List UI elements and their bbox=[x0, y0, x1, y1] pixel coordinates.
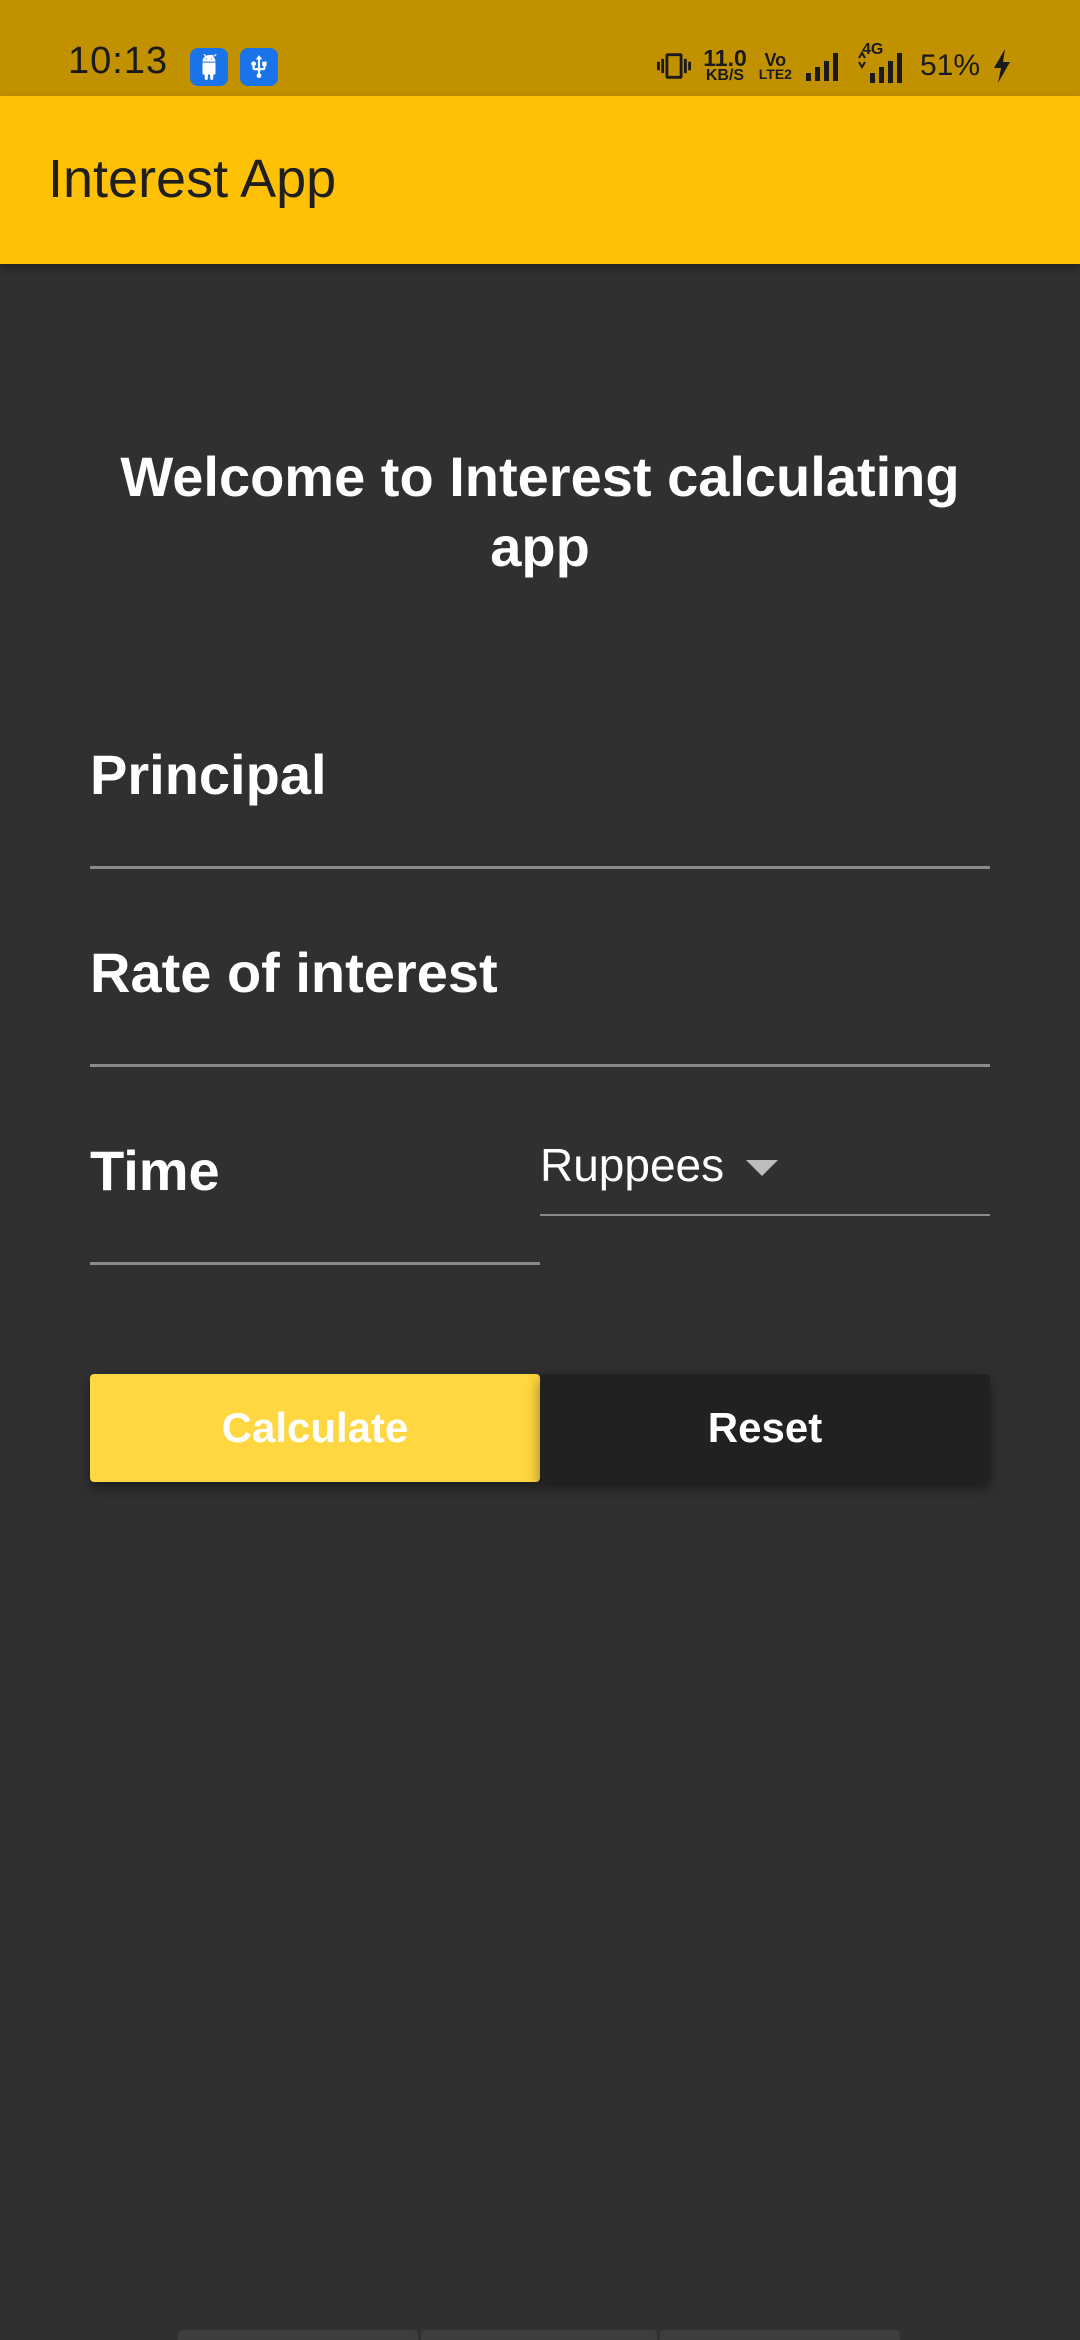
net-speed-value: 11.0 bbox=[703, 45, 747, 72]
status-bar: 10:13 11.0 KB/S Vo LTE2 4G 51% bbox=[0, 0, 1080, 96]
time-field[interactable]: Time bbox=[90, 1131, 540, 1267]
charging-icon bbox=[992, 49, 1012, 83]
principal-placeholder: Principal bbox=[90, 743, 327, 806]
battery-percent: 51% bbox=[919, 49, 980, 82]
currency-dropdown[interactable]: Ruppees bbox=[540, 1130, 990, 1216]
time-underline bbox=[90, 1262, 540, 1265]
net-speed-unit: KB/S bbox=[705, 67, 745, 85]
calculate-button[interactable]: Calculate bbox=[90, 1374, 540, 1482]
network-type: 4G bbox=[861, 41, 884, 58]
app-title: Interest App bbox=[48, 149, 337, 209]
reset-button[interactable]: Reset bbox=[540, 1374, 990, 1482]
currency-selected: Ruppees bbox=[540, 1139, 725, 1191]
android-icon bbox=[190, 48, 228, 86]
signal-icon bbox=[804, 51, 844, 81]
status-icons: 11.0 KB/S Vo LTE2 4G 51% bbox=[657, 41, 1012, 88]
dropdown-underline bbox=[540, 1214, 990, 1216]
nav-bar-segment-middle bbox=[421, 2330, 657, 2340]
app-bar: Interest App bbox=[0, 96, 1080, 264]
signal-4g-icon: 4G bbox=[856, 41, 908, 83]
time-placeholder: Time bbox=[90, 1139, 220, 1202]
rate-placeholder: Rate of interest bbox=[90, 941, 498, 1004]
net-speed: 11.0 KB/S bbox=[703, 45, 747, 85]
status-time: 10:13 bbox=[68, 40, 169, 82]
welcome-text: Welcome to Interest calculating app bbox=[120, 445, 960, 578]
usb-icon bbox=[240, 48, 278, 86]
dropdown-arrow-icon bbox=[746, 1160, 778, 1176]
principal-field[interactable]: Principal bbox=[90, 735, 990, 871]
nav-bar-segment-right bbox=[660, 2330, 900, 2340]
volte-indicator: Vo LTE2 bbox=[758, 51, 792, 82]
volte-bottom: LTE2 bbox=[758, 65, 792, 82]
screen: 10:13 11.0 KB/S Vo LTE2 4G 51% Interest … bbox=[0, 0, 1080, 2340]
rate-underline bbox=[90, 1064, 990, 1067]
vibrate-icon bbox=[657, 49, 692, 83]
nav-bar-segment-left bbox=[178, 2330, 418, 2340]
rate-field[interactable]: Rate of interest bbox=[90, 933, 990, 1069]
principal-underline bbox=[90, 866, 990, 869]
